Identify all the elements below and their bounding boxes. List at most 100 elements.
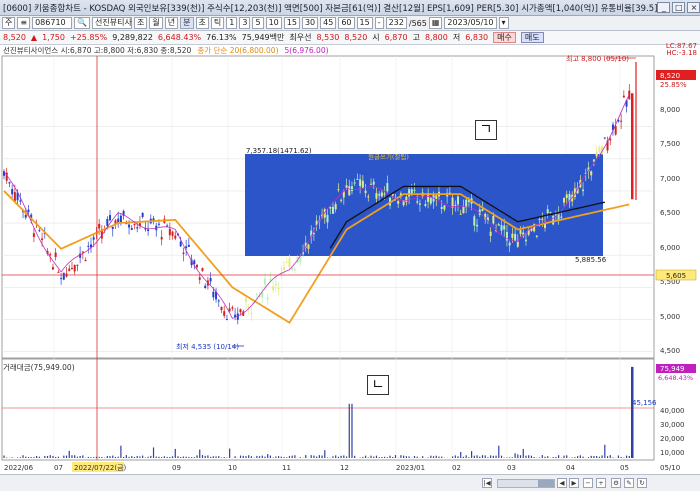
volume-bar [158,456,160,458]
volume-bar [269,455,272,458]
candle-body [174,235,177,239]
volume-bar [563,455,565,458]
volume-bar [128,456,130,458]
candle-body [429,197,432,204]
candle-body [272,286,275,291]
volume-bar [180,457,182,458]
volume-bar [530,455,533,458]
zoom-in-icon[interactable]: + [596,478,606,488]
candle-body [266,297,269,300]
candle-body [244,297,247,302]
candle-body [334,204,337,210]
candle-body [620,120,623,122]
volume-bar [432,456,435,458]
volume-bar [22,455,24,458]
volume-bar [465,455,467,458]
date-axis: 2022/06 07 2022/07/22(금) 09 10 11 12 202… [4,462,680,472]
candle-body [329,207,332,209]
volume-bar [604,444,606,458]
volume-bar [210,456,212,458]
volume-bar [11,457,13,458]
candle-body [81,251,84,253]
price-chart[interactable]: 최고 8,800 (05/10) 최저 4,535 (10/14) 7,357.… [0,0,700,491]
svg-text:6,500: 6,500 [660,209,680,217]
candle-body [497,224,500,226]
volume-bar [19,457,21,458]
candle-body [185,246,188,249]
volume-bar [403,455,405,458]
candle-body [239,309,242,313]
zoom-out-icon[interactable]: − [583,478,593,488]
volume-bar [74,455,76,458]
scroll-left-icon[interactable]: ◀ [557,478,567,488]
volume-bar [324,450,326,458]
svg-text:7,500: 7,500 [660,140,680,148]
volume-bar [375,455,378,458]
candle-body [370,183,373,185]
scroll-right-icon[interactable]: ▶ [569,478,579,488]
candle-body [198,277,201,280]
volume-bar [473,455,475,458]
candle-body [418,203,421,205]
candle-body [24,214,27,218]
volume-bar [258,456,261,458]
volume-bar [125,455,127,458]
volume-bar [364,455,367,458]
volume-bar [441,456,443,458]
volume-bar [299,457,301,458]
volume-bar [596,456,598,458]
candle-body [378,194,381,196]
volume-bar [400,455,402,458]
refresh-icon[interactable]: ↻ [637,478,647,488]
volume-bar [147,456,149,458]
settings-icon[interactable]: ⚙ [611,478,621,488]
candle-body [435,195,438,200]
volume-bar [294,455,296,458]
candle-body [49,254,52,256]
candle-body [277,288,280,290]
volume-bar [405,456,407,458]
marker-bottom: ㄴ [367,375,389,395]
horizontal-scrollbar[interactable] [497,479,555,488]
candle-body [372,181,375,185]
scroll-thumb[interactable] [538,480,554,487]
candle-body [348,186,351,196]
volume-bar [541,455,543,458]
volume-bar [492,455,494,458]
volume-bar [460,452,462,458]
candle-body [283,267,286,270]
volume-bar [511,457,513,458]
volume-bar [3,455,5,458]
tool-icon[interactable]: ✎ [624,478,634,488]
volume-bar [416,456,418,458]
volume-bar [318,455,320,458]
candle-body [51,267,54,270]
svg-text:05/10: 05/10 [660,464,680,472]
volume-bar [413,455,416,458]
candle-body [595,152,598,157]
volume-bar [250,456,252,458]
volume-bar [454,455,456,458]
volume-bar [370,455,372,458]
svg-text:5,000: 5,000 [660,313,680,321]
volume-bar [25,456,27,458]
current-pct-text: 25.85% [660,81,687,89]
volume-bar [628,456,630,458]
volume-bar [204,455,206,458]
candle-body [454,204,457,206]
volume-bar [201,455,204,458]
candle-body [505,231,508,241]
volume-bar [321,455,323,458]
candle-body [375,193,378,199]
candle-body [98,223,101,229]
volume-bar [408,456,410,458]
candle-body [356,178,359,180]
candle-body [41,238,44,240]
volume-bar [590,455,592,458]
volume-bar [68,450,70,458]
candle-body [500,225,503,231]
scroll-first-icon[interactable]: |◀ [482,478,492,488]
volume-bar [373,456,375,458]
volume-bar [163,456,165,458]
volume-bar [378,457,380,458]
